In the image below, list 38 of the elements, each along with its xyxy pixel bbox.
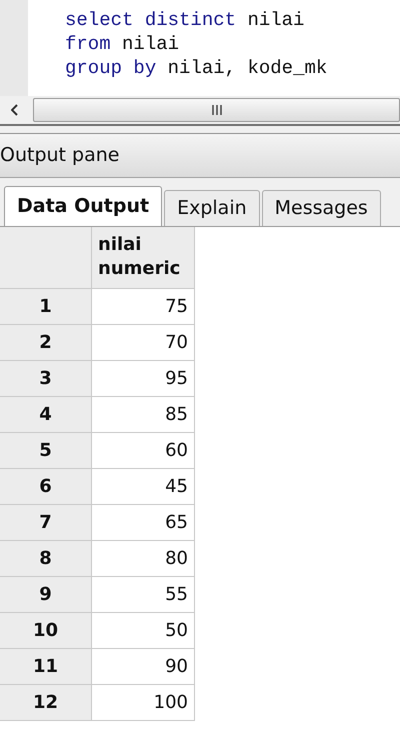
table-cell: 70 (92, 325, 195, 361)
row-number[interactable]: 9 (0, 577, 92, 613)
row-number[interactable]: 6 (0, 469, 92, 505)
table-cell: 50 (92, 613, 195, 649)
row-number[interactable]: 11 (0, 649, 92, 685)
row-number[interactable]: 12 (0, 685, 92, 721)
row-number[interactable]: 2 (0, 325, 92, 361)
table-cell: 65 (92, 505, 195, 541)
table-cell: 60 (92, 433, 195, 469)
row-number[interactable]: 3 (0, 361, 92, 397)
column-type: numeric (98, 257, 182, 281)
column-header[interactable]: nilai numeric (92, 227, 195, 289)
table-cell: 85 (92, 397, 195, 433)
scrollbar-thumb[interactable] (33, 98, 400, 122)
table-cell: 100 (92, 685, 195, 721)
row-number[interactable]: 1 (0, 289, 92, 325)
tab[interactable]: Messages (262, 190, 381, 226)
code-line: from nilai (65, 32, 180, 56)
pane-title: Output pane (0, 143, 120, 168)
table-cell: 95 (92, 361, 195, 397)
tab[interactable]: Data Output (4, 186, 162, 226)
table-cell: 75 (92, 289, 195, 325)
grip-icon (210, 105, 222, 115)
code-line: select distinct nilai (65, 8, 306, 32)
splitter-bar[interactable] (0, 126, 400, 134)
row-number[interactable]: 7 (0, 505, 92, 541)
table-cell: 80 (92, 541, 195, 577)
tab[interactable]: Explain (164, 190, 260, 226)
row-number[interactable]: 4 (0, 397, 92, 433)
table-cell: 45 (92, 469, 195, 505)
scroll-left-icon[interactable] (11, 104, 19, 116)
row-number[interactable]: 8 (0, 541, 92, 577)
row-number[interactable]: 5 (0, 433, 92, 469)
column-name: nilai (98, 233, 142, 257)
row-number[interactable]: 10 (0, 613, 92, 649)
table-cell: 55 (92, 577, 195, 613)
code-line: group by nilai, kode_mk (65, 56, 328, 80)
table-cell: 90 (92, 649, 195, 685)
